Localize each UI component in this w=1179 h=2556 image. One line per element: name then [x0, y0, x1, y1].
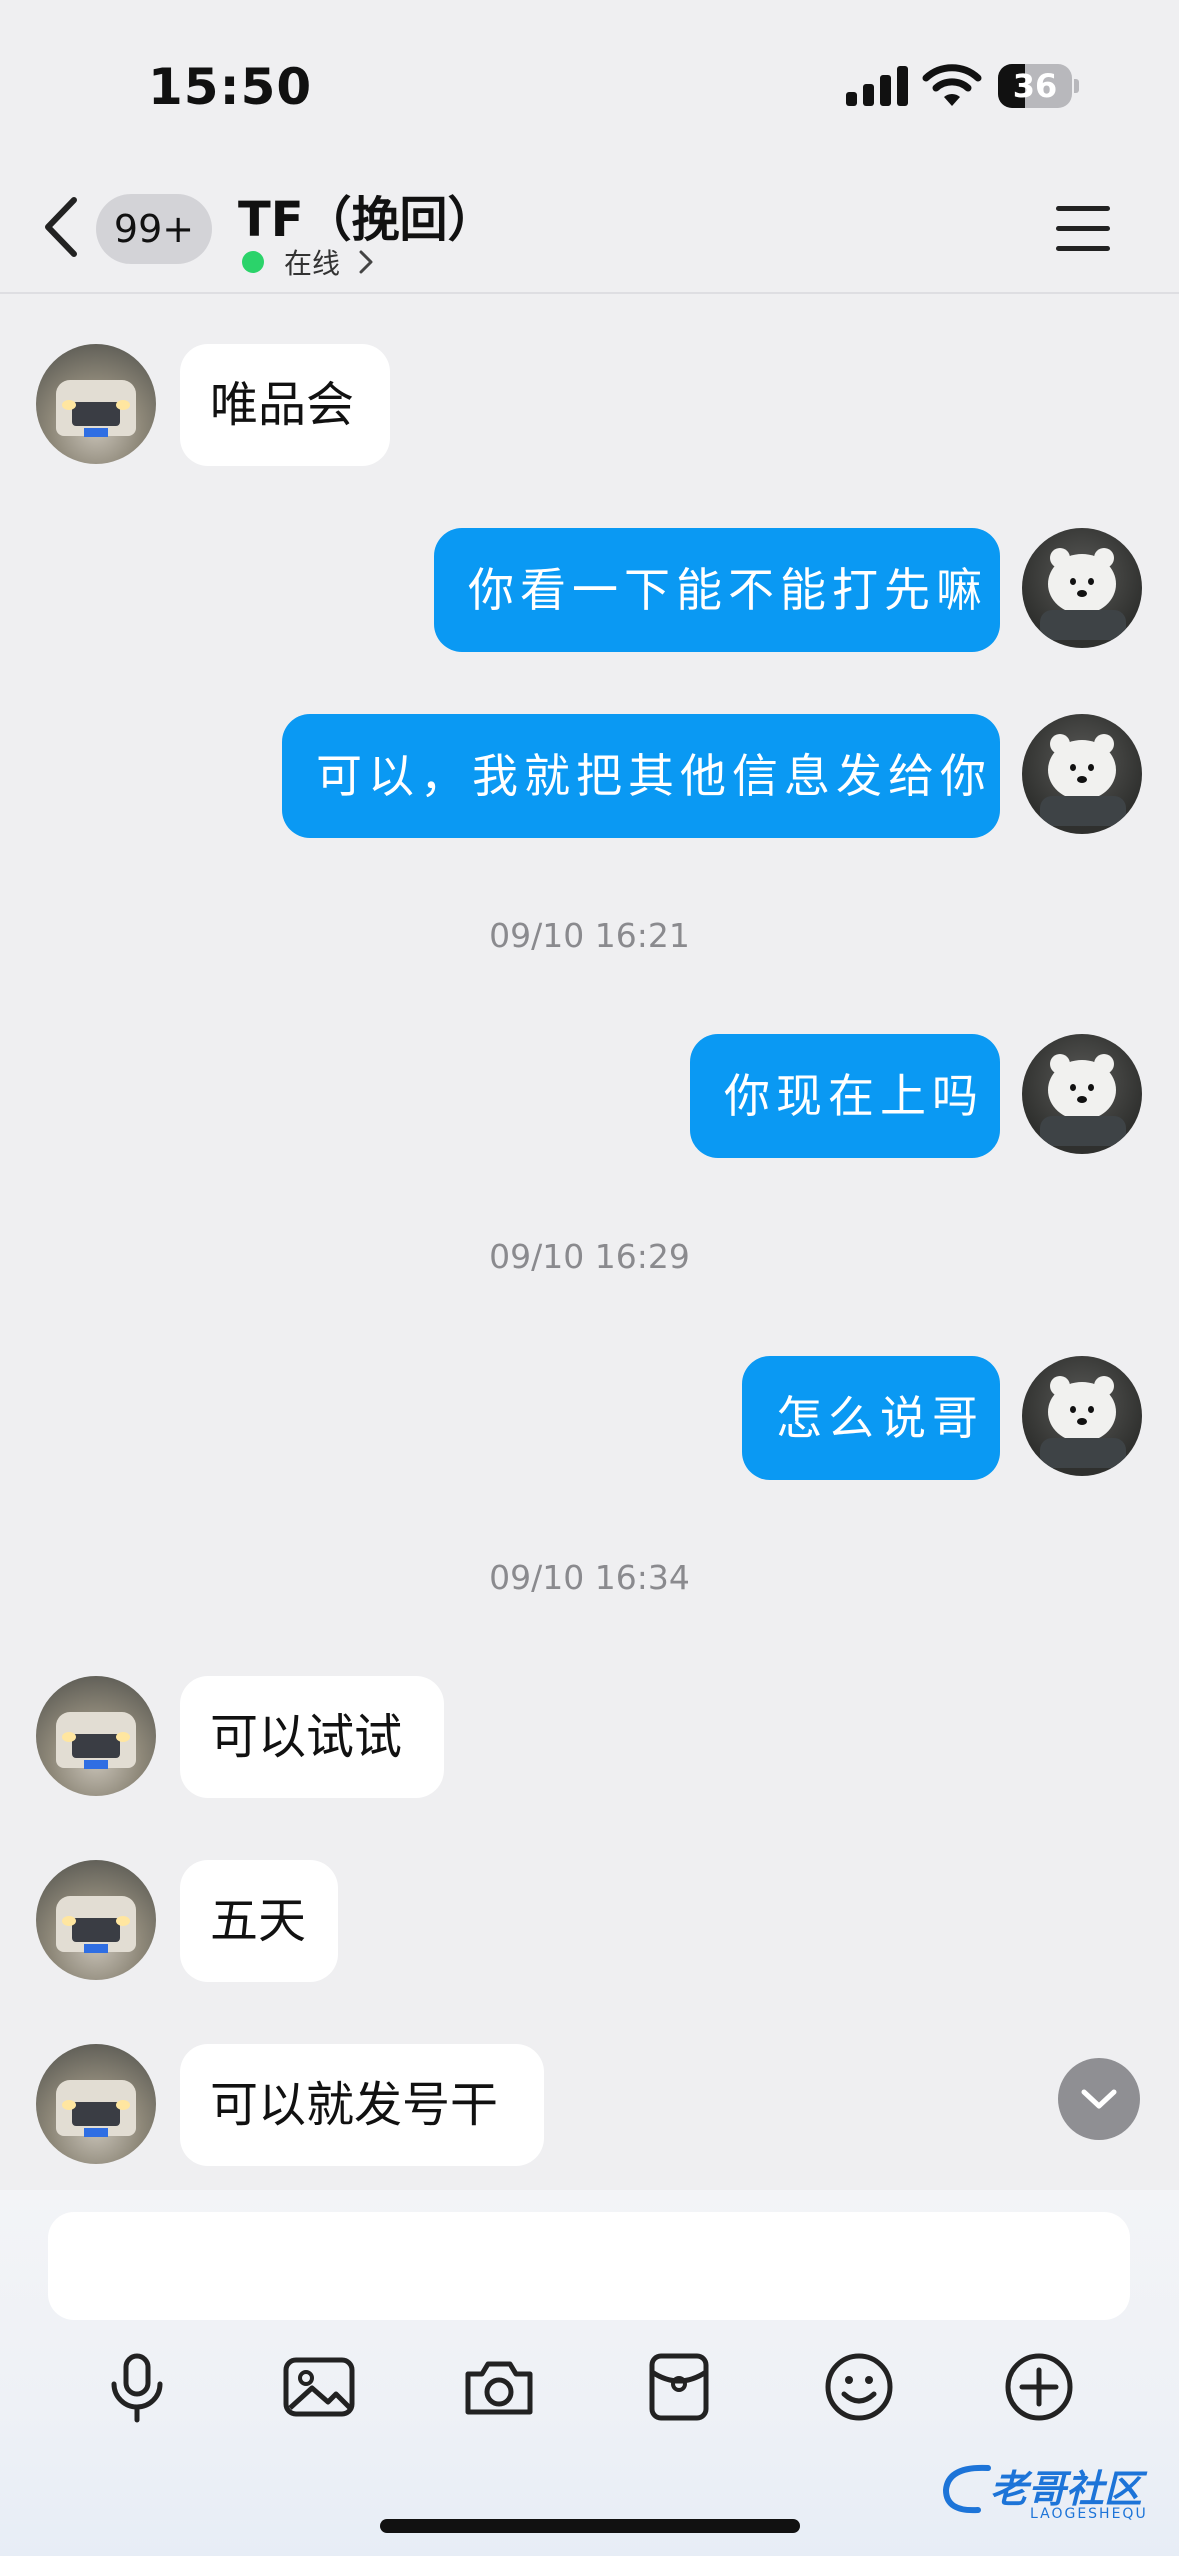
- watermark-logo: 老哥社区 LAOGESHEQU: [938, 2458, 1168, 2530]
- contact-avatar[interactable]: [36, 1676, 156, 1796]
- battery-icon: 36: [998, 64, 1079, 108]
- message-text: 五天: [210, 1893, 307, 1949]
- online-status-label: 在线: [284, 247, 341, 280]
- battery-level: 36: [1012, 67, 1058, 105]
- back-arrow-icon[interactable]: [40, 194, 80, 260]
- chevron-down-icon: [1081, 2089, 1117, 2109]
- contact-avatar[interactable]: [36, 1860, 156, 1980]
- message-text: 可以试试: [210, 1709, 403, 1765]
- status-time: 15:50: [148, 58, 313, 116]
- timestamp: 09/10 16:21: [489, 916, 690, 955]
- my-avatar[interactable]: [1022, 714, 1142, 834]
- chat-header: 99+ TF（挽回） 在线: [0, 170, 1179, 294]
- microphone-icon[interactable]: [100, 2350, 174, 2424]
- incoming-message-bubble[interactable]: 五天: [180, 1860, 338, 1982]
- camera-icon[interactable]: [462, 2350, 536, 2424]
- chevron-right-icon: [359, 250, 373, 274]
- home-indicator[interactable]: [380, 2519, 800, 2533]
- red-packet-icon[interactable]: [642, 2350, 716, 2424]
- emoji-icon[interactable]: [822, 2350, 896, 2424]
- cellular-signal-icon: [846, 66, 908, 106]
- online-status[interactable]: 在线: [242, 240, 374, 284]
- message-text: 唯品会: [210, 377, 355, 433]
- outgoing-message-bubble[interactable]: 你看一下能不能打先嘛: [434, 528, 1000, 652]
- my-avatar[interactable]: [1022, 1356, 1142, 1476]
- timestamp: 09/10 16:29: [489, 1237, 690, 1276]
- incoming-message-bubble[interactable]: 可以就发号干: [180, 2044, 544, 2166]
- message-text: 怎么说哥: [776, 1391, 984, 1445]
- incoming-message-bubble[interactable]: 唯品会: [180, 344, 390, 466]
- message-input[interactable]: [48, 2212, 1130, 2320]
- unread-count-badge[interactable]: 99+: [96, 194, 212, 264]
- message-text: 你看一下能不能打先嘛: [468, 563, 988, 617]
- dragon-logo-icon: [942, 2464, 991, 2514]
- message-text: 可以，我就把其他信息发给你: [316, 749, 992, 803]
- wifi-icon: [922, 64, 982, 106]
- scroll-to-bottom-button[interactable]: [1058, 2058, 1140, 2140]
- my-avatar[interactable]: [1022, 1034, 1142, 1154]
- outgoing-message-bubble[interactable]: 怎么说哥: [742, 1356, 1000, 1480]
- contact-avatar[interactable]: [36, 2044, 156, 2164]
- incoming-message-bubble[interactable]: 可以试试: [180, 1676, 444, 1798]
- contact-avatar[interactable]: [36, 344, 156, 464]
- timestamp: 09/10 16:34: [489, 1558, 690, 1597]
- message-text: 你现在上吗: [724, 1069, 984, 1123]
- status-bar: 15:50 36: [0, 0, 1179, 170]
- watermark-subtext: LAOGESHEQU: [1030, 2506, 1148, 2522]
- plus-icon[interactable]: [1002, 2350, 1076, 2424]
- message-text: 可以就发号干: [210, 2077, 499, 2133]
- menu-icon[interactable]: [1056, 202, 1112, 254]
- image-icon[interactable]: [282, 2350, 356, 2424]
- outgoing-message-bubble[interactable]: 你现在上吗: [690, 1034, 1000, 1158]
- outgoing-message-bubble[interactable]: 可以，我就把其他信息发给你: [282, 714, 1000, 838]
- my-avatar[interactable]: [1022, 528, 1142, 648]
- online-dot-icon: [242, 251, 264, 273]
- watermark-text: 老哥社区: [990, 2467, 1143, 2511]
